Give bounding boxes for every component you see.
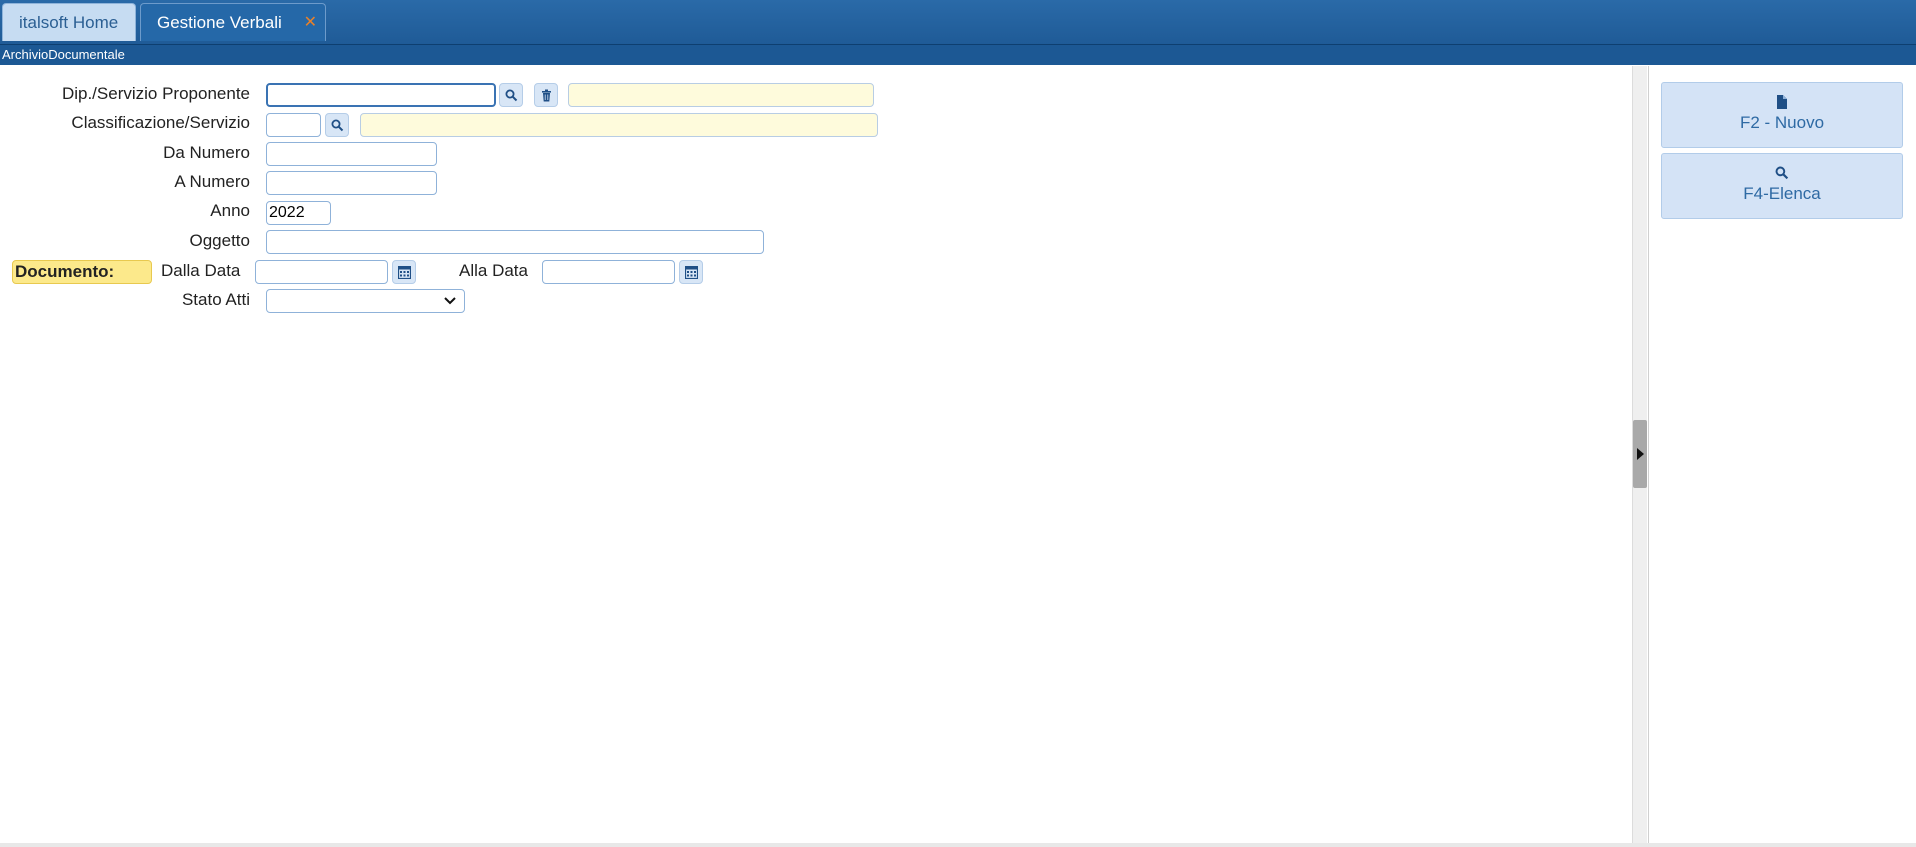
elenca-button[interactable]: F4-Elenca xyxy=(1661,153,1903,219)
da-numero-input[interactable] xyxy=(266,142,437,166)
nuovo-label: F2 - Nuovo xyxy=(1739,113,1825,132)
da-numero-label: Da Numero xyxy=(163,143,250,162)
dalla-data-input[interactable] xyxy=(255,260,388,284)
anno-label: Anno xyxy=(210,201,250,220)
alla-data-input[interactable] xyxy=(542,260,675,284)
stato-atti-label: Stato Atti xyxy=(181,290,250,309)
stato-atti-select[interactable] xyxy=(266,289,465,313)
tab-gestione-verbali[interactable]: Gestione Verbali ✕ xyxy=(140,3,326,41)
alla-data-calendar-button[interactable] xyxy=(679,260,703,284)
oggetto-input[interactable] xyxy=(266,230,764,254)
close-icon[interactable]: ✕ xyxy=(304,4,317,42)
main-panel: Dip./Servizio Proponente Classificazione… xyxy=(0,66,1633,843)
a-numero-label: A Numero xyxy=(174,172,250,191)
tab-bar: italsoft Home Gestione Verbali ✕ xyxy=(0,0,1916,45)
search-icon xyxy=(331,119,344,132)
a-numero-input[interactable] xyxy=(266,171,437,195)
tab-home-label: italsoft Home xyxy=(19,13,119,32)
elenca-label: F4-Elenca xyxy=(1743,184,1821,203)
classificazione-description-field xyxy=(360,113,878,137)
tab-italsoft-home[interactable]: italsoft Home xyxy=(2,3,136,41)
collapse-panel-handle[interactable] xyxy=(1633,420,1647,488)
classificazione-input[interactable] xyxy=(266,113,321,137)
classificazione-search-button[interactable] xyxy=(325,113,349,137)
oggetto-label: Oggetto xyxy=(189,231,251,250)
file-icon xyxy=(1777,95,1787,109)
calendar-icon xyxy=(685,266,698,279)
breadcrumb: ArchivioDocumentale xyxy=(0,45,1916,65)
trash-icon xyxy=(542,89,551,102)
dip-label: Dip./Servizio Proponente xyxy=(61,84,250,103)
documento-label: Documento: xyxy=(12,260,152,284)
actions-panel: F2 - Nuovo F4-Elenca xyxy=(1648,66,1914,843)
nuovo-button[interactable]: F2 - Nuovo xyxy=(1661,82,1903,148)
chevron-down-icon xyxy=(444,297,456,305)
calendar-icon xyxy=(398,266,411,279)
alla-data-label: Alla Data xyxy=(459,261,528,280)
dalla-data-calendar-button[interactable] xyxy=(392,260,416,284)
breadcrumb-label: ArchivioDocumentale xyxy=(2,47,125,62)
search-icon xyxy=(1775,166,1789,180)
search-icon xyxy=(505,89,518,102)
dip-input[interactable] xyxy=(266,83,496,107)
dalla-data-label: Dalla Data xyxy=(161,261,241,280)
tab-active-label: Gestione Verbali xyxy=(157,13,282,32)
bottom-border xyxy=(0,843,1916,847)
dip-search-button[interactable] xyxy=(499,83,523,107)
dip-description-field xyxy=(568,83,874,107)
anno-input[interactable] xyxy=(266,201,331,225)
classificazione-label: Classificazione/Servizio xyxy=(71,113,250,132)
dip-clear-button[interactable] xyxy=(534,83,558,107)
